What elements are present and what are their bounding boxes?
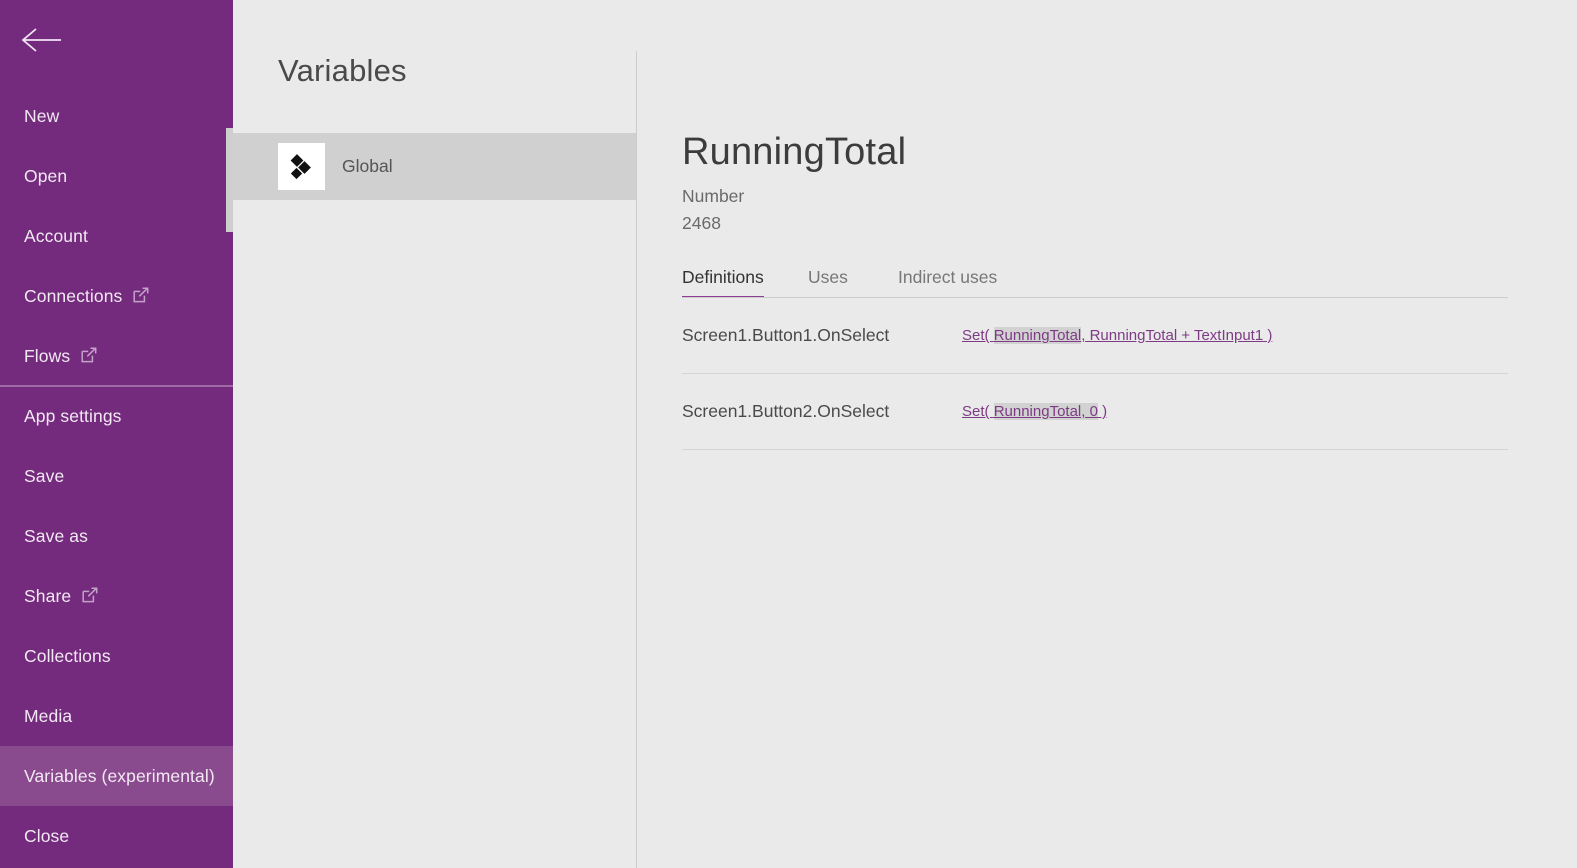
scope-list-item[interactable]: Global xyxy=(233,133,637,200)
definition-formula-link[interactable]: Set( RunningTotal, 0 ) xyxy=(962,403,1107,420)
sidebar-item-app-settings[interactable]: App settings xyxy=(0,385,233,446)
tab-indirect-uses[interactable]: Indirect uses xyxy=(898,267,997,296)
formula-highlighted-variable: RunningTotal xyxy=(993,327,1082,344)
definition-formula-link[interactable]: Set( RunningTotal, RunningTotal + TextIn… xyxy=(962,327,1272,344)
sidebar-item-label: Variables (experimental) xyxy=(24,765,215,786)
external-link-icon xyxy=(133,287,149,303)
sidebar-item-media[interactable]: Media xyxy=(0,686,233,746)
sidebar-item-label: Media xyxy=(24,705,73,726)
sidebar-item-save[interactable]: Save xyxy=(0,446,233,506)
sidebar-item-label: Close xyxy=(24,825,70,846)
sidebar-item-new[interactable]: New xyxy=(0,86,233,146)
variable-scope-list: Global xyxy=(233,133,637,200)
sidebar-item-connections[interactable]: Connections xyxy=(0,266,233,326)
sidebar-item-close[interactable]: Close xyxy=(0,806,233,866)
scope-list-item-label: Global xyxy=(342,156,393,176)
tab-definitions[interactable]: Definitions xyxy=(682,267,764,298)
sidebar-item-collections[interactable]: Collections xyxy=(0,626,233,686)
definitions-list: Screen1.Button1.OnSelect Set( RunningTota… xyxy=(682,298,1508,450)
sidebar-item-save-as[interactable]: Save as xyxy=(0,506,233,566)
sidebar-menu: New Open Account Connections Flows App settin… xyxy=(0,86,233,866)
sidebar-item-flows[interactable]: Flows xyxy=(0,326,233,386)
sidebar-item-label: Share xyxy=(24,585,72,606)
sidebar-item-label: New xyxy=(24,105,60,126)
formula-prefix: Set( xyxy=(962,403,994,420)
formula-suffix: ) xyxy=(1097,403,1108,420)
sidebar-item-label: Account xyxy=(24,225,88,246)
tab-uses[interactable]: Uses xyxy=(808,267,848,296)
sidebar-scrollbar-thumb[interactable] xyxy=(226,128,233,232)
variables-scope-pane: Variables Global xyxy=(233,0,637,868)
sidebar-item-open[interactable]: Open xyxy=(0,146,233,206)
sidebar-item-label: Save as xyxy=(24,525,88,546)
variable-name-heading: RunningTotal xyxy=(682,131,907,173)
sidebar-item-label: Connections xyxy=(24,285,123,306)
formula-suffix: , RunningTotal + TextInput1 ) xyxy=(1081,327,1273,344)
sidebar-item-label: Save xyxy=(24,465,65,486)
sidebar-item-label: Flows xyxy=(24,345,71,366)
detail-tabs: Definitions Uses Indirect uses xyxy=(682,267,1508,299)
formula-prefix: Set( xyxy=(962,327,994,344)
sidebar-item-variables-experimental[interactable]: Variables (experimental) xyxy=(0,746,233,806)
sidebar-item-label: Collections xyxy=(24,645,111,666)
external-link-icon xyxy=(82,587,98,603)
back-button[interactable] xyxy=(0,0,233,80)
definition-target: Screen1.Button2.OnSelect xyxy=(682,401,890,421)
sidebar-item-account[interactable]: Account xyxy=(0,206,233,266)
definition-row: Screen1.Button1.OnSelect Set( RunningTota… xyxy=(682,298,1508,374)
sidebar-item-label: Open xyxy=(24,165,68,186)
variable-detail-pane: RunningTotal Number 2468 Definitions Uses… xyxy=(637,0,1577,868)
sidebar-item-label: App settings xyxy=(24,405,122,426)
formula-highlighted-variable: RunningTotal, 0 xyxy=(993,403,1098,420)
variable-type-label: Number xyxy=(682,186,745,206)
back-arrow-icon xyxy=(21,28,61,52)
left-navigation-sidebar: New Open Account Connections Flows App settin… xyxy=(0,0,233,868)
variable-current-value: 2468 xyxy=(682,213,721,233)
external-link-icon xyxy=(81,347,97,363)
definition-row: Screen1.Button2.OnSelect Set( RunningTota… xyxy=(682,374,1508,450)
definition-target: Screen1.Button1.OnSelect xyxy=(682,325,890,345)
global-variables-icon xyxy=(278,143,325,190)
app-root: New Open Account Connections Flows App settin… xyxy=(0,0,1577,868)
page-title: Variables xyxy=(278,53,407,88)
sidebar-item-share[interactable]: Share xyxy=(0,566,233,626)
